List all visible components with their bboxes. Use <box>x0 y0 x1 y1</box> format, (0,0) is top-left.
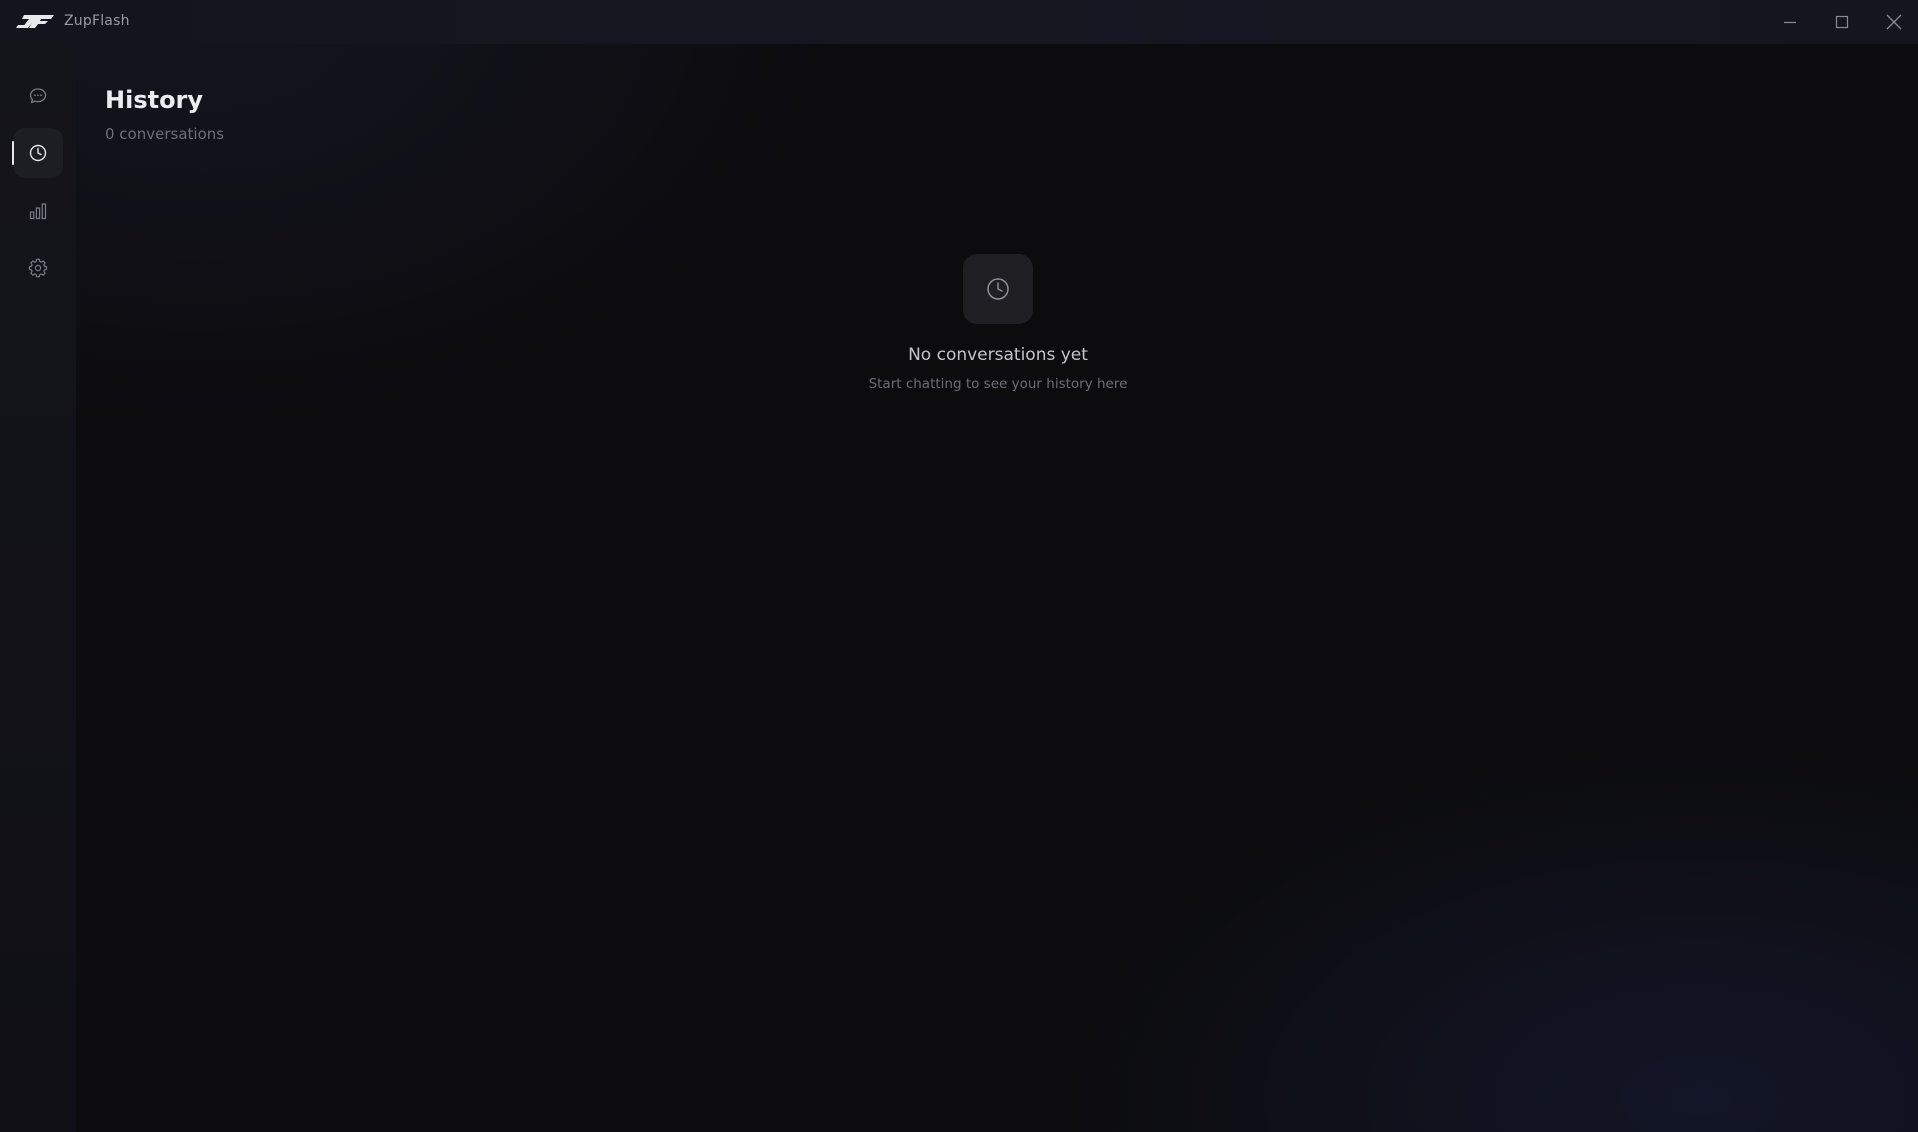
chat-bubble-icon <box>29 88 47 104</box>
gear-icon <box>28 258 48 278</box>
maximize-icon <box>1835 15 1849 29</box>
sidebar-item-chat[interactable] <box>13 71 63 121</box>
empty-state-subtitle: Start chatting to see your history here <box>868 376 1128 392</box>
app-window: ZupFlash History 0 conversations No conv… <box>0 0 1918 1132</box>
title-bar[interactable]: ZupFlash <box>0 0 1918 44</box>
empty-state-title: No conversations yet <box>908 345 1088 365</box>
sidebar-item-settings[interactable] <box>13 243 63 293</box>
sidebar-item-history[interactable] <box>12 128 63 178</box>
sidebar-item-stats[interactable] <box>13 186 63 236</box>
sidebar <box>0 44 76 1132</box>
close-icon <box>1886 14 1902 30</box>
app-title: ZupFlash <box>64 13 130 29</box>
bar-chart-icon <box>29 203 47 220</box>
close-button[interactable] <box>1876 6 1912 38</box>
clock-icon <box>29 144 47 162</box>
page-title: History <box>105 86 204 114</box>
minimize-button[interactable] <box>1772 6 1808 38</box>
minimize-icon <box>1784 21 1796 24</box>
maximize-button[interactable] <box>1824 6 1860 38</box>
empty-state-icon-box <box>963 254 1033 324</box>
conversation-count: 0 conversations <box>105 125 225 143</box>
zupflash-logo <box>16 15 54 28</box>
clock-icon <box>987 278 1009 300</box>
